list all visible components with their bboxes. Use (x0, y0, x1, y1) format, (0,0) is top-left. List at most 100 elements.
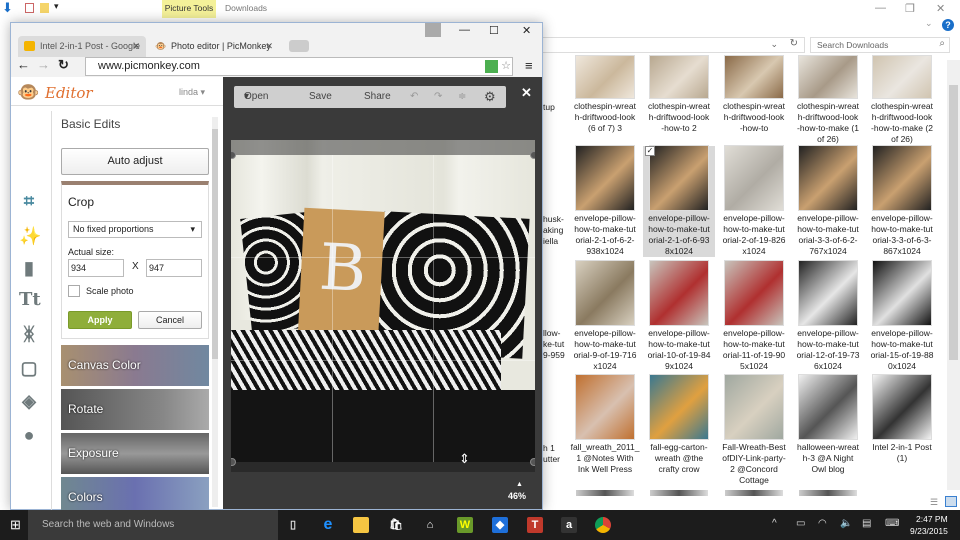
file-item[interactable]: envelope-pillow-how-to-make-tut orial-11-… (718, 261, 790, 372)
wifi-icon[interactable]: ◠ (818, 518, 827, 529)
chrome-close-button[interactable]: ✕ (522, 24, 531, 37)
task-view-icon[interactable]: ▯ (285, 517, 301, 533)
save-button[interactable]: Save (309, 86, 332, 108)
customize-dropdown-icon[interactable]: ▾ (54, 1, 59, 12)
lipstick-icon[interactable]: ▮ (19, 258, 39, 278)
file-item[interactable]: Intel 2-in-1 Post (1) (866, 375, 938, 464)
keyboard-icon[interactable]: ⌨ (885, 518, 899, 529)
zoom-level[interactable]: 46% (508, 491, 526, 501)
section-rotate[interactable]: Rotate (61, 389, 209, 430)
history-dropdown-icon[interactable]: ⌄ (770, 39, 778, 50)
text-icon[interactable]: Tt (19, 290, 41, 310)
chrome-maximize-button[interactable]: ☐ (489, 24, 499, 37)
url-bar[interactable]: www.picmonkey.com ☆ (85, 57, 513, 76)
store-icon[interactable]: 🛍 (388, 517, 404, 533)
crop-icon[interactable]: ⌗ (19, 191, 39, 211)
section-exposure[interactable]: Exposure (61, 433, 209, 474)
clock-time[interactable]: 2:47 PM (916, 514, 948, 524)
w-app-icon[interactable]: W (457, 517, 473, 533)
crop-handle[interactable] (530, 151, 535, 159)
tray-expand-icon[interactable]: ^ (772, 518, 777, 529)
width-input[interactable]: 934 (68, 259, 124, 277)
search-downloads-input[interactable]: Search Downloads ⌕ (810, 37, 950, 53)
butterfly-icon[interactable]: ᛤ (19, 324, 39, 344)
file-item[interactable]: halloween-wreat h-3 @A Night Owl blog (792, 375, 864, 475)
crop-handle[interactable] (530, 458, 535, 466)
restore-button[interactable]: ❐ (905, 2, 915, 15)
settings-gear-icon[interactable]: ⚙ (484, 86, 496, 108)
user-menu[interactable]: linda ▾ (179, 87, 205, 98)
panel-scrollbar[interactable] (212, 117, 218, 507)
chrome-minimize-button[interactable]: — (459, 24, 470, 36)
texture-icon[interactable]: ◈ (19, 391, 39, 411)
extension-icon[interactable] (485, 60, 498, 73)
apply-button[interactable]: Apply (68, 311, 132, 329)
file-item[interactable]: envelope-pillow-how-to-make-tut orial-12-… (792, 261, 864, 372)
edge-icon[interactable]: e (320, 517, 336, 533)
battery-icon[interactable]: ▭ (796, 518, 805, 529)
tab-close-icon[interactable]: ✕ (132, 36, 140, 56)
file-item[interactable]: Fall-Wreath-Best ofDIY-Link-party- 2 @Conc… (718, 375, 790, 486)
explorer-address-bar[interactable]: ⌄ ↻ (540, 37, 805, 53)
cancel-button[interactable]: Cancel (138, 311, 202, 329)
file-item[interactable]: envelope-pillow-how-to-make-tut orial-3-3… (792, 146, 864, 257)
refresh-icon[interactable]: ↻ (790, 38, 798, 49)
file-item[interactable]: envelope-pillow-how-to-make-tut orial-10-… (643, 261, 715, 372)
amazon-icon[interactable]: a (561, 517, 577, 533)
bookmark-star-icon[interactable]: ☆ (501, 58, 511, 75)
tab-close-icon[interactable]: ✕ (265, 36, 273, 56)
t-app-icon[interactable]: T (527, 517, 543, 533)
close-button[interactable]: ✕ (936, 2, 945, 15)
details-view-icon[interactable]: ☰ (930, 497, 938, 508)
section-canvas-color[interactable]: Canvas Color (61, 345, 209, 386)
open-button[interactable]: Open ▾ (244, 86, 268, 108)
back-icon[interactable]: ← (17, 57, 30, 72)
profile-icon[interactable] (425, 23, 441, 37)
file-item[interactable]: envelope-pillow-how-to-make-tut orial-15-… (866, 261, 938, 372)
large-icons-view-icon[interactable] (945, 496, 957, 507)
layers-icon[interactable]: ≑ (458, 86, 466, 108)
file-item[interactable]: envelope-pillow-how-to-make-tut orial-9-o… (569, 261, 641, 372)
share-button[interactable]: Share (364, 86, 391, 108)
frame-icon[interactable]: ▢ (19, 358, 39, 378)
apple-icon[interactable]: ● (19, 425, 39, 445)
windows-start-icon[interactable]: ⊞ (10, 517, 21, 533)
undo-icon[interactable]: ↶ (410, 86, 418, 108)
proportion-select[interactable]: No fixed proportions ▾ (68, 221, 202, 238)
redo-icon[interactable]: ↷ (434, 86, 442, 108)
file-item[interactable]: envelope-pillow-how-to-make-tut orial-2-o… (718, 146, 790, 257)
file-item[interactable]: clothespin-wreat h-driftwood-look -how-to … (643, 56, 715, 134)
reload-icon[interactable]: ↻ (58, 57, 69, 73)
expand-ribbon-icon[interactable]: ⌄ (925, 18, 933, 29)
selection-checkbox[interactable]: ✓ (645, 146, 655, 156)
menu-icon[interactable]: ≡ (525, 58, 533, 73)
properties-icon[interactable] (25, 3, 34, 13)
file-item[interactable]: clothespin-wreat h-driftwood-look -how-to-… (866, 56, 938, 145)
clock-date[interactable]: 9/23/2015 (910, 526, 948, 536)
minimize-button[interactable]: — (875, 2, 886, 14)
file-item[interactable]: ✓ envelope-pillow-how-to-make-tut orial-2-… (643, 146, 715, 257)
photo-crop-area[interactable]: B ⇕ (231, 140, 535, 472)
picture-tools-tab[interactable]: Picture Tools (162, 0, 216, 18)
file-item[interactable]: fall_wreath_2011_ 1 @Notes With Ink Well P… (569, 375, 641, 475)
download-arrow-icon[interactable]: ⬇ (2, 0, 13, 16)
tab-picmonkey[interactable]: 🐵 Photo editor | PicMonkey ✕ (149, 36, 279, 57)
dropbox-icon[interactable]: ◆ (492, 517, 508, 533)
auto-adjust-button[interactable]: Auto adjust (61, 148, 209, 175)
home-icon[interactable]: ⌂ (422, 517, 438, 533)
magic-wand-icon[interactable]: ✨ (19, 226, 41, 246)
height-input[interactable]: 947 (146, 259, 202, 277)
file-item[interactable]: clothespin-wreat h-driftwood-look -how-to (718, 56, 790, 134)
volume-icon[interactable]: 🔈 (840, 518, 852, 529)
file-item[interactable]: envelope-pillow-how-to-make-tut orial-2-1… (569, 146, 641, 257)
new-folder-icon[interactable] (40, 3, 49, 13)
new-tab-button[interactable] (289, 40, 309, 52)
help-icon[interactable]: ? (942, 19, 954, 31)
forward-icon[interactable]: → (37, 57, 50, 72)
file-item[interactable]: clothespin-wreat h-driftwood-look (6 of 7)… (569, 56, 641, 134)
chrome-icon[interactable] (595, 517, 611, 533)
scrollbar-thumb[interactable] (949, 85, 958, 360)
file-explorer-icon[interactable] (353, 517, 369, 533)
taskbar-search[interactable]: Search the web and Windows (28, 510, 278, 540)
file-item[interactable]: clothespin-wreat h-driftwood-look -how-to-… (792, 56, 864, 145)
